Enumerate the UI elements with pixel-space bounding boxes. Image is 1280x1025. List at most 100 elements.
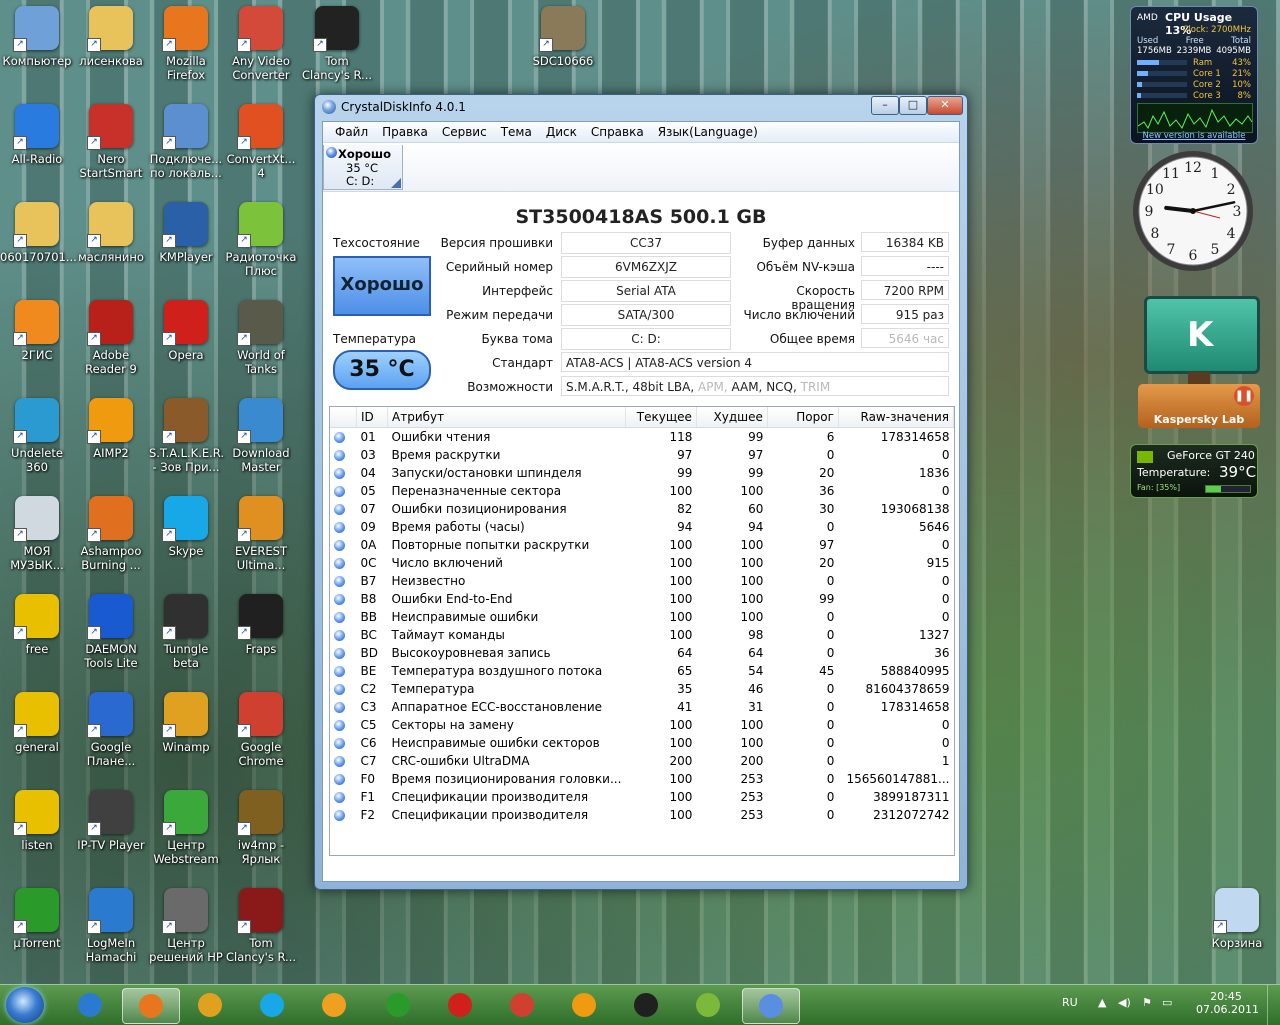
status-column-header[interactable] bbox=[330, 407, 357, 428]
threshold-column-header[interactable]: Порог bbox=[767, 407, 839, 428]
minimize-button[interactable]: – bbox=[871, 96, 899, 115]
smart-row[interactable]: 0C Число включений 100 100 20 915 bbox=[330, 554, 954, 572]
desktop-icon[interactable]: ↗ SDC10666 bbox=[526, 6, 600, 68]
desktop-icon[interactable]: ↗ Tunngle beta bbox=[149, 594, 223, 670]
current-column-header[interactable]: Текущее bbox=[625, 407, 697, 428]
smart-row[interactable]: 01 Ошибки чтения 118 99 6 178314658 bbox=[330, 428, 954, 447]
desktop-icon[interactable]: ↗ Google Chrome bbox=[224, 692, 298, 768]
desktop-icon[interactable]: ↗ Winamp bbox=[149, 692, 223, 754]
taskbar-opera-button[interactable] bbox=[432, 988, 488, 1022]
desktop-icon[interactable]: ↗ DAEMON Tools Lite bbox=[74, 594, 148, 670]
taskbar-winamp-button[interactable] bbox=[182, 988, 238, 1022]
desktop-icon[interactable]: ↗ Tom Clancy's R... bbox=[300, 6, 374, 82]
clock-tray[interactable]: 20:45 07.06.2011 bbox=[1196, 990, 1259, 1016]
desktop-icon[interactable]: ↗ Adobe Reader 9 bbox=[74, 300, 148, 376]
menu-item[interactable]: Диск bbox=[539, 125, 584, 139]
desktop-icon[interactable]: ↗ µTorrent bbox=[0, 888, 74, 950]
desktop-icon[interactable]: ↗ S.T.A.L.K.E.R. - Зов При... bbox=[149, 398, 224, 474]
attribute-column-header[interactable]: Атрибут bbox=[387, 407, 626, 428]
menu-item[interactable]: Сервис bbox=[435, 125, 494, 139]
taskbar-utorrent-button[interactable] bbox=[370, 988, 426, 1022]
worst-column-header[interactable]: Худшее bbox=[696, 407, 768, 428]
smart-row[interactable]: 05 Переназначенные сектора 100 100 36 0 bbox=[330, 482, 954, 500]
close-button[interactable]: ✕ bbox=[927, 96, 963, 115]
menu-item[interactable]: Правка bbox=[375, 125, 435, 139]
taskbar-aimp-button[interactable] bbox=[556, 988, 612, 1022]
smart-row[interactable]: BB Неисправимые ошибки 100 100 0 0 bbox=[330, 608, 954, 626]
smart-row[interactable]: C5 Секторы на замену 100 100 0 0 bbox=[330, 716, 954, 734]
smart-row[interactable]: BE Температура воздушного потока 65 54 45 588… bbox=[330, 662, 954, 680]
taskbar-crystaldiskinfo-button[interactable] bbox=[742, 988, 800, 1024]
smart-row[interactable]: 0A Повторные попытки раскрутки 100 100 97 0 bbox=[330, 536, 954, 554]
desktop-icon[interactable]: ↗ free bbox=[0, 594, 74, 656]
desktop-icon[interactable]: ↗ МОЯ МУЗЫК... bbox=[0, 496, 74, 572]
desktop-icon[interactable]: ↗ All-Radio bbox=[0, 104, 74, 166]
new-version-link[interactable]: New version is available bbox=[1131, 131, 1257, 141]
menu-item[interactable]: Справка bbox=[584, 125, 651, 139]
maximize-button[interactable]: □ bbox=[899, 96, 927, 115]
crystaldiskinfo-window[interactable]: CrystalDiskInfo 4.0.1 – □ ✕ Файл Правка Се… bbox=[314, 94, 968, 890]
desktop-icon[interactable]: ↗ Mozilla Firefox bbox=[149, 6, 223, 82]
language-indicator[interactable]: RU bbox=[1062, 996, 1078, 1009]
taskbar-chrome-button[interactable] bbox=[494, 988, 550, 1022]
health-status-button[interactable]: Хорошо bbox=[333, 256, 431, 316]
smart-attributes-table[interactable]: ID Атрибут Текущее Худшее Порог Raw-знач… bbox=[329, 406, 955, 856]
taskbar-leaf-button[interactable] bbox=[680, 988, 736, 1022]
kaspersky-gadget[interactable]: K ❚❚ Kaspersky Lab bbox=[1138, 296, 1260, 432]
flag-tray-icon[interactable]: ⚑ bbox=[1142, 996, 1152, 1009]
taskbar-game-button[interactable] bbox=[618, 988, 674, 1022]
smart-row[interactable]: C3 Аппаратное ECC-восстановление 41 31 0 1783… bbox=[330, 698, 954, 716]
desktop-icon[interactable]: ↗ 060170701... bbox=[0, 202, 77, 264]
drive-tab-c-d[interactable]: Хорошо 35 °C C: D: bbox=[323, 145, 403, 190]
desktop-icon[interactable]: ↗ 2ГИС bbox=[0, 300, 74, 362]
desktop-icon[interactable]: ↗ Skype bbox=[149, 496, 223, 558]
monitor-tray-icon[interactable]: ▭ bbox=[1162, 996, 1172, 1009]
desktop-icon[interactable]: ↗ AIMP2 bbox=[74, 398, 148, 460]
desktop-icon[interactable]: ↗ ConvertXt... 4 bbox=[224, 104, 298, 180]
smart-row[interactable]: F1 Спецификации производителя 100 253 0 38991… bbox=[330, 788, 954, 806]
desktop-icon[interactable]: ↗ Компьютер bbox=[0, 6, 74, 68]
pause-icon[interactable]: ❚❚ bbox=[1234, 386, 1254, 406]
desktop-icon[interactable]: ↗ general bbox=[0, 692, 74, 754]
desktop-icon[interactable]: ↗ Корзина bbox=[1200, 888, 1274, 950]
desktop-icon[interactable]: ↗ Nero StartSmart bbox=[74, 104, 148, 180]
menu-item[interactable]: Язык(Language) bbox=[651, 125, 765, 139]
desktop-icon[interactable]: ↗ EVEREST Ultima... bbox=[224, 496, 298, 572]
smart-row[interactable]: 03 Время раскрутки 97 97 0 0 bbox=[330, 446, 954, 464]
smart-row[interactable]: 07 Ошибки позиционирования 82 60 30 193068138 bbox=[330, 500, 954, 518]
smart-row[interactable]: BC Таймаут команды 100 98 0 1327 bbox=[330, 626, 954, 644]
title-bar[interactable]: CrystalDiskInfo 4.0.1 – □ ✕ bbox=[315, 95, 967, 119]
id-column-header[interactable]: ID bbox=[356, 407, 388, 428]
smart-row[interactable]: 04 Запуски/остановки шпинделя 99 99 20 1836 bbox=[330, 464, 954, 482]
smart-row[interactable]: C7 CRC-ошибки UltraDMA 200 200 0 1 bbox=[330, 752, 954, 770]
smart-row[interactable]: F2 Спецификации производителя 100 253 0 23120… bbox=[330, 806, 954, 824]
start-button[interactable] bbox=[6, 987, 44, 1023]
desktop-icon[interactable]: ↗ лисенкова bbox=[74, 6, 148, 68]
taskbar-mail-agent-button[interactable] bbox=[306, 988, 362, 1022]
smart-row[interactable]: C2 Температура 35 46 0 81604378659 bbox=[330, 680, 954, 698]
taskbar-skype-button[interactable] bbox=[244, 988, 300, 1022]
show-desktop-button[interactable] bbox=[1267, 985, 1280, 1025]
desktop-icon[interactable]: ↗ Google Плане... bbox=[74, 692, 148, 768]
smart-row[interactable]: BD Высокоуровневая запись 64 64 0 36 bbox=[330, 644, 954, 662]
network-tray-icon[interactable]: ▲ bbox=[1098, 996, 1106, 1009]
desktop-icon[interactable]: ↗ Tom Clancy's R... bbox=[224, 888, 298, 964]
desktop-icon[interactable]: ↗ Ashampoo Burning ... bbox=[74, 496, 148, 572]
desktop-icon[interactable]: ↗ World of Tanks bbox=[224, 300, 298, 376]
desktop-icon[interactable]: ↗ IP-TV Player bbox=[74, 790, 148, 852]
smart-row[interactable]: F0 Время позиционирования головки... 100 25… bbox=[330, 770, 954, 788]
desktop-icon[interactable]: ↗ KMPlayer bbox=[149, 202, 223, 264]
desktop-icon[interactable]: ↗ iw4mp - Ярлык bbox=[224, 790, 298, 866]
smart-row[interactable]: B7 Неизвестно 100 100 0 0 bbox=[330, 572, 954, 590]
desktop-icon[interactable]: ↗ Any Video Converter bbox=[224, 6, 298, 82]
desktop-icon[interactable]: ↗ Радиоточка Плюс bbox=[224, 202, 298, 278]
raw-column-header[interactable]: Raw-значения bbox=[838, 407, 954, 428]
cpu-usage-gadget[interactable]: AMD CPU Usage 13% Clock: 2700MHz Used Fre… bbox=[1130, 6, 1258, 144]
volume-tray-icon[interactable]: ◀) bbox=[1118, 996, 1131, 1009]
desktop-icon[interactable]: ↗ listen bbox=[0, 790, 74, 852]
desktop-icon[interactable]: ↗ Opera bbox=[149, 300, 223, 362]
desktop-icon[interactable]: ↗ Центр Webstream bbox=[149, 790, 223, 866]
desktop-icon[interactable]: ↗ Fraps bbox=[224, 594, 298, 656]
desktop-icon[interactable]: ↗ Центр решений HP bbox=[149, 888, 223, 964]
desktop-icon[interactable]: ↗ Подключе... по локаль... bbox=[149, 104, 223, 180]
